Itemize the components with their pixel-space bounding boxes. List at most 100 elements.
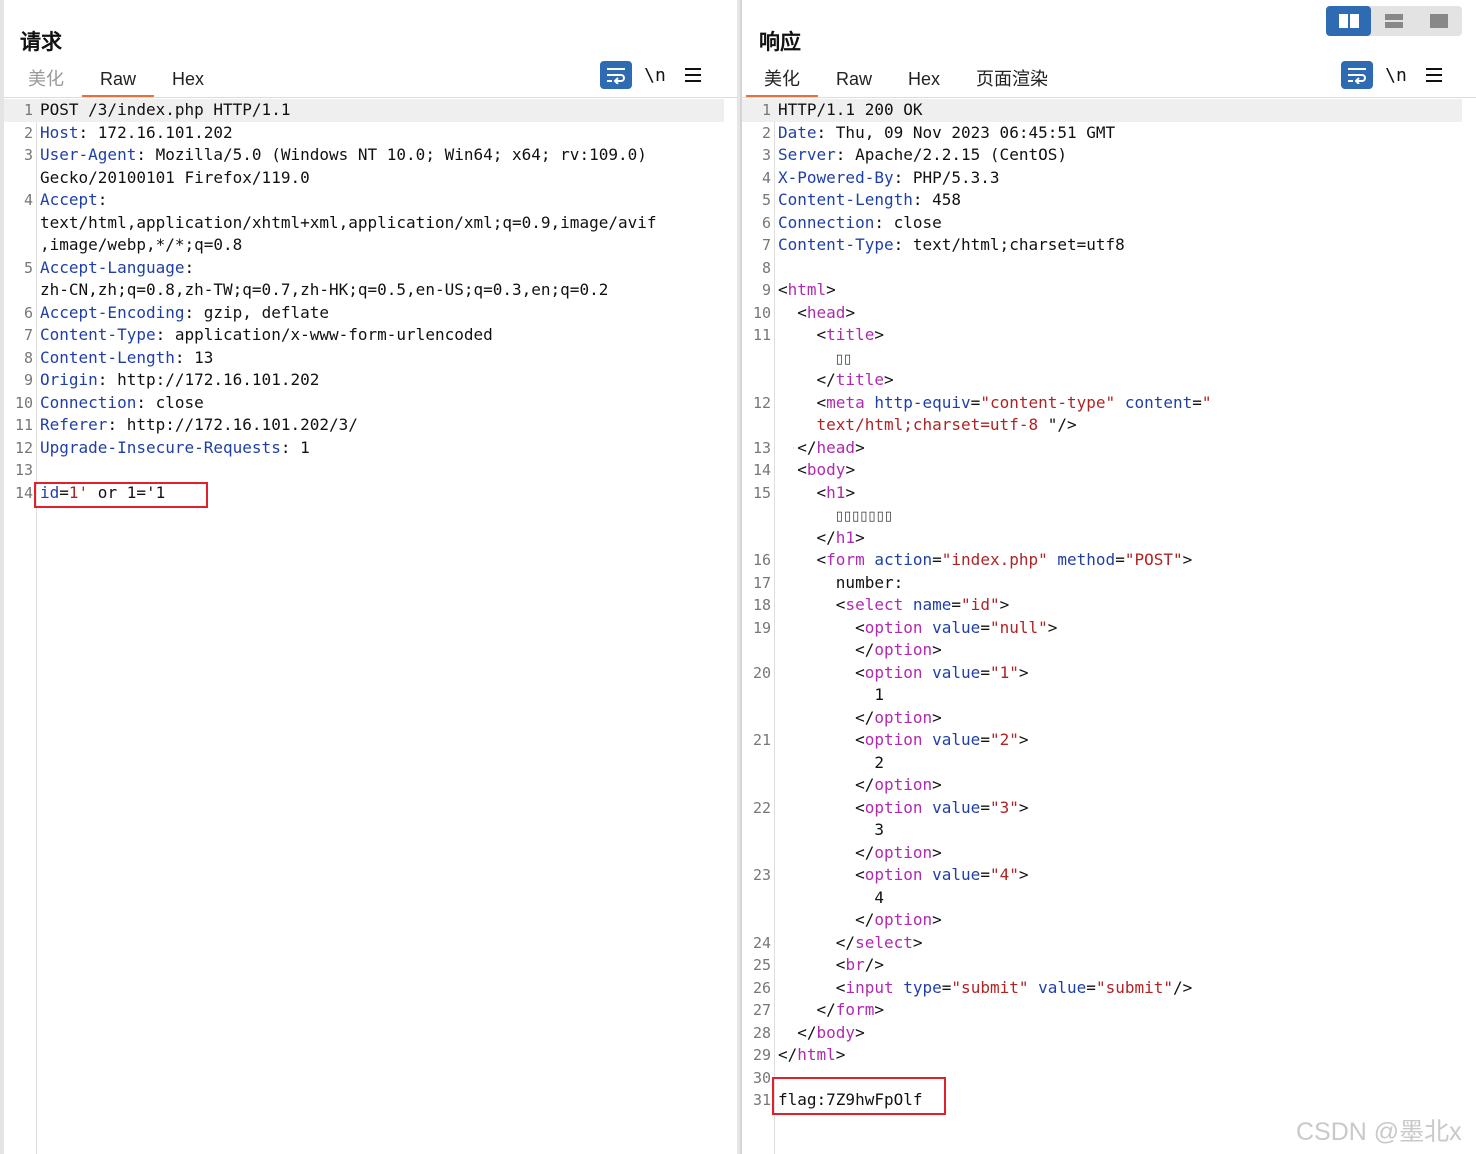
- request-menu-button[interactable]: [678, 61, 708, 89]
- response-tab-render[interactable]: 页面渲染: [958, 66, 1066, 98]
- request-tab-raw[interactable]: Raw: [82, 66, 155, 98]
- response-line-text: </title>: [778, 370, 894, 389]
- response-code-line: 15 <h1>: [742, 482, 1462, 505]
- response-code-line: 5 Content-Length: 458: [742, 189, 1462, 212]
- request-line-text: User-Agent: Mozilla/5.0 (Windows NT 10.0…: [40, 145, 647, 164]
- request-line-text: Gecko/20100101 Firefox/119.0: [40, 167, 310, 187]
- response-tab-raw[interactable]: Raw: [818, 66, 890, 98]
- response-line-number: 5: [761, 191, 771, 209]
- request-code-line: 6 Accept-Encoding: gzip, deflate: [4, 302, 724, 325]
- response-wrap-button[interactable]: [1341, 61, 1373, 89]
- response-line-text: </select>: [778, 932, 923, 952]
- response-line-text: <h1>: [778, 482, 856, 502]
- request-line-text: zh-CN,zh;q=0.8,zh-TW;q=0.7,zh-HK;q=0.5,e…: [40, 280, 609, 299]
- response-title: 响应: [759, 30, 801, 54]
- response-code-line: 4: [742, 887, 1462, 910]
- response-line-text: <select name="id">: [778, 595, 1010, 614]
- response-line-number: 6: [761, 213, 771, 232]
- request-code-line: 11 Referer: http://172.16.101.202/3/: [4, 414, 724, 437]
- response-line-number: 17: [752, 573, 771, 592]
- request-code-line: 1 POST /3/index.php HTTP/1.1: [4, 99, 724, 122]
- layout-single-button[interactable]: [1416, 6, 1461, 36]
- response-line-number: 26: [752, 978, 771, 997]
- response-line-text: </body>: [778, 1022, 865, 1042]
- request-line-text: Origin: http://172.16.101.202: [40, 370, 320, 389]
- request-line-number: 7: [23, 326, 33, 344]
- response-code-line: </h1>: [742, 527, 1462, 550]
- response-line-number: 14: [752, 461, 771, 479]
- request-code-line: Gecko/20100101 Firefox/119.0: [4, 167, 724, 190]
- response-line-text: </h1>: [778, 527, 865, 547]
- response-code-line: ▯▯: [742, 347, 1462, 370]
- response-tabs: 美化 Raw Hex 页面渲染: [746, 66, 1066, 98]
- request-newline-toggle[interactable]: \n: [632, 65, 678, 86]
- request-editor[interactable]: 1 POST /3/index.php HTTP/1.1 2 Host: 172.16…: [4, 99, 738, 1154]
- response-code-line: </option>: [742, 707, 1462, 730]
- request-code-line: 8 Content-Length: 13: [4, 347, 724, 370]
- response-code-line: 21 <option value="2">: [742, 729, 1462, 752]
- response-line-number: 1: [761, 101, 771, 119]
- request-toolbar: \n: [600, 61, 708, 89]
- hamburger-icon: [1426, 68, 1442, 82]
- request-line-number: 1: [23, 101, 33, 119]
- request-code-line: 2 Host: 172.16.101.202: [4, 122, 724, 145]
- request-code-line: 13: [4, 459, 724, 482]
- response-line-text: <title>: [778, 325, 884, 344]
- response-code-line: 1: [742, 684, 1462, 707]
- request-line-number: 8: [23, 348, 33, 367]
- response-pane: 响应 美化 Raw Hex 页面渲染 \n 1 HTTP/1.1 200 OK 2 D…: [740, 0, 1476, 1154]
- response-line-number: 8: [761, 258, 771, 277]
- request-tabs: 美化 Raw Hex: [10, 66, 222, 98]
- request-line-text: Upgrade-Insecure-Requests: 1: [40, 437, 310, 457]
- request-line-text: Content-Type: application/x-www-form-url…: [40, 325, 493, 344]
- response-code-line: 14 <body>: [742, 459, 1462, 482]
- response-code-line: 17 number:: [742, 572, 1462, 595]
- response-line-text: </option>: [778, 707, 942, 727]
- request-wrap-button[interactable]: [600, 61, 632, 89]
- response-code-line: ▯▯▯▯▯▯▯: [742, 504, 1462, 527]
- response-line-number: 22: [752, 798, 771, 817]
- response-tab-hex[interactable]: Hex: [890, 66, 958, 98]
- response-newline-toggle[interactable]: \n: [1373, 65, 1419, 86]
- request-line-text: Connection: close: [40, 392, 204, 412]
- request-line-number: 9: [23, 371, 33, 389]
- request-lines: 1 POST /3/index.php HTTP/1.1 2 Host: 172.16…: [4, 99, 724, 504]
- response-line-number: 10: [752, 303, 771, 322]
- response-line-text: <input type="submit" value="submit"/>: [778, 977, 1193, 997]
- response-editor[interactable]: 1 HTTP/1.1 200 OK 2 Date: Thu, 09 Nov 2023 …: [742, 99, 1476, 1154]
- response-line-text: </html>: [778, 1045, 846, 1064]
- layout-split-button[interactable]: [1326, 6, 1371, 36]
- request-line-number: 3: [23, 146, 33, 164]
- response-code-line: 3: [742, 819, 1462, 842]
- layout-switcher: [1326, 6, 1462, 36]
- response-line-number: 23: [752, 866, 771, 884]
- layout-stacked-button[interactable]: [1371, 6, 1416, 36]
- response-line-number: 29: [752, 1046, 771, 1064]
- response-line-number: 12: [752, 393, 771, 412]
- request-code-line: 9 Origin: http://172.16.101.202: [4, 369, 724, 392]
- response-line-text: 2: [778, 752, 884, 772]
- response-code-line: 24 </select>: [742, 932, 1462, 955]
- response-menu-button[interactable]: [1419, 61, 1449, 89]
- single-pane-icon: [1429, 14, 1448, 28]
- response-line-number: 11: [752, 326, 771, 344]
- response-code-line: 25 <br/>: [742, 954, 1462, 977]
- request-line-text: Referer: http://172.16.101.202/3/: [40, 415, 358, 434]
- response-code-line: 27 </form>: [742, 999, 1462, 1022]
- response-tab-pretty[interactable]: 美化: [746, 66, 818, 98]
- response-line-number: 4: [761, 168, 771, 187]
- response-line-text: </option>: [778, 910, 942, 929]
- request-tab-pretty[interactable]: 美化: [10, 66, 82, 98]
- response-line-text: number:: [778, 572, 904, 592]
- request-tabs-divider: [4, 97, 738, 98]
- response-line-number: 16: [752, 551, 771, 569]
- response-code-line: </option>: [742, 639, 1462, 662]
- request-tab-hex[interactable]: Hex: [154, 66, 222, 98]
- request-code-line: 5 Accept-Language:: [4, 257, 724, 280]
- response-code-line: 9 <html>: [742, 279, 1462, 302]
- response-code-line: 12 <meta http-equiv="content-type" conte…: [742, 392, 1462, 415]
- response-code-line: </option>: [742, 774, 1462, 797]
- response-line-number: 13: [752, 438, 771, 457]
- response-code-line: 20 <option value="1">: [742, 662, 1462, 685]
- response-line-number: 2: [761, 123, 771, 142]
